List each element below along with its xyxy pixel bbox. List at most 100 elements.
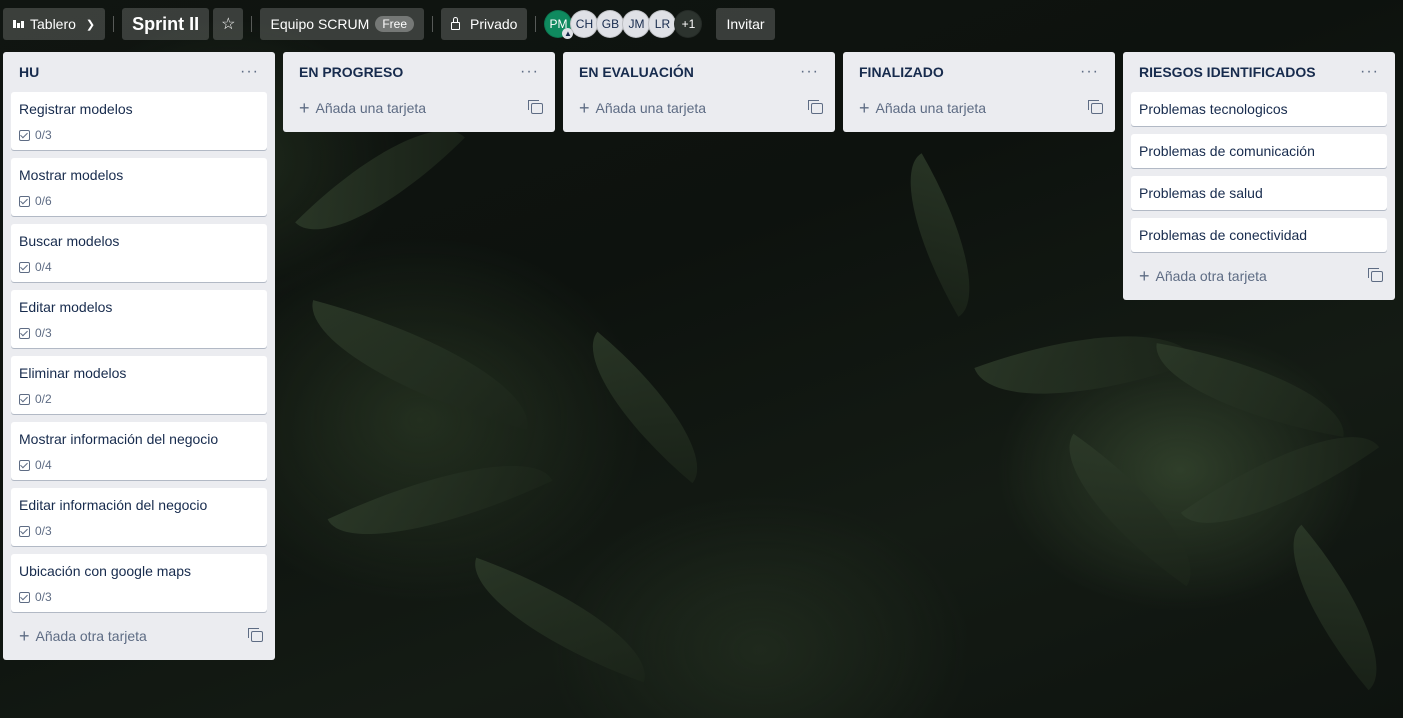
invite-button[interactable]: Invitar <box>716 8 775 40</box>
plan-badge: Free <box>375 16 414 32</box>
checklist-badge: 0/4 <box>19 258 259 276</box>
divider <box>113 16 115 32</box>
card[interactable]: Ubicación con google maps 0/3 <box>11 554 267 612</box>
avatar[interactable]: LR <box>648 10 677 38</box>
list-en-progreso: EN PROGRESO ··· + Añada una tarjeta <box>283 52 555 132</box>
plus-icon: + <box>19 626 30 646</box>
checklist-badge: 0/3 <box>19 588 259 606</box>
card[interactable]: Registrar modelos 0/3 <box>11 92 267 150</box>
member-avatars: PM ▲ CH GB JM LR +1 <box>544 10 703 39</box>
add-card-row: + Añada una tarjeta <box>851 92 1107 124</box>
list-header: EN EVALUACIÓN ··· <box>571 52 827 92</box>
list-header: FINALIZADO ··· <box>851 52 1107 92</box>
card-title: Problemas de conectividad <box>1139 227 1308 243</box>
view-switcher-button[interactable]: Tablero ❯ <box>3 8 106 40</box>
more-dots-icon[interactable]: ··· <box>240 63 259 81</box>
checklist-badge: 0/3 <box>19 324 259 342</box>
card-title: Problemas tecnologicos <box>1139 101 1288 117</box>
list-title[interactable]: HU <box>19 64 39 80</box>
checklist-icon <box>19 129 30 141</box>
card[interactable]: Mostrar modelos 0/6 <box>11 158 267 216</box>
template-icon[interactable] <box>1088 99 1103 114</box>
list-title[interactable]: FINALIZADO <box>859 64 944 80</box>
divider <box>432 16 433 32</box>
card-title: Mostrar modelos <box>19 167 124 183</box>
plus-icon: + <box>299 98 310 118</box>
background-leaf <box>878 153 1002 317</box>
more-dots-icon[interactable]: ··· <box>1080 63 1099 81</box>
card-title: Mostrar información del negocio <box>19 431 219 447</box>
background-leaf <box>455 557 665 683</box>
checklist-badge: 0/2 <box>19 390 259 408</box>
star-button[interactable]: ☆ <box>213 8 244 40</box>
more-dots-icon[interactable]: ··· <box>800 63 819 81</box>
avatar[interactable]: GB <box>596 10 625 38</box>
checklist-icon <box>19 525 30 537</box>
add-card-button[interactable]: + Añada una tarjeta <box>859 99 987 117</box>
checklist-icon <box>19 459 30 471</box>
more-dots-icon[interactable]: ··· <box>1360 63 1379 81</box>
background-leaf <box>327 426 553 574</box>
board-title[interactable]: Sprint II <box>122 8 210 40</box>
add-card-button[interactable]: + Añada una tarjeta <box>299 98 426 118</box>
view-switcher-label: Tablero <box>30 16 76 32</box>
add-card-button[interactable]: + Añada otra tarjeta <box>19 626 147 646</box>
card[interactable]: Problemas tecnologicos <box>1131 92 1387 126</box>
list-header: HU ··· <box>11 52 267 92</box>
template-icon[interactable] <box>248 627 263 642</box>
card[interactable]: Problemas de conectividad <box>1131 218 1387 252</box>
card[interactable]: Mostrar información del negocio 0/4 <box>11 422 267 480</box>
card-title: Editar modelos <box>19 299 113 315</box>
checklist-icon <box>19 327 30 339</box>
list-en-evaluacion: EN EVALUACIÓN ··· + Añada una tarjeta <box>563 52 835 132</box>
list-header: RIESGOS IDENTIFICADOS ··· <box>1131 52 1387 92</box>
workspace-button[interactable]: Equipo SCRUM Free <box>260 8 424 40</box>
list-title[interactable]: EN PROGRESO <box>299 64 403 80</box>
card-title: Ubicación con google maps <box>19 563 191 579</box>
checklist-icon <box>19 261 30 273</box>
divider <box>535 16 537 32</box>
background-leaf <box>974 296 1196 434</box>
add-card-button[interactable]: + Añada otra tarjeta <box>1139 266 1267 286</box>
checklist-badge: 0/4 <box>19 456 259 474</box>
card-title: Buscar modelos <box>19 233 120 249</box>
card[interactable]: Buscar modelos 0/4 <box>11 224 267 282</box>
add-card-row: + Añada otra tarjeta <box>1131 260 1387 292</box>
lock-icon <box>451 16 460 30</box>
list-title[interactable]: RIESGOS IDENTIFICADOS <box>1139 64 1316 80</box>
background-leaf <box>1146 343 1354 437</box>
more-members-button[interactable]: +1 <box>674 10 703 38</box>
board-header: Tablero ❯ Sprint II ☆ Equipo SCRUM Free … <box>0 0 1403 48</box>
card[interactable]: Eliminar modelos 0/2 <box>11 356 267 414</box>
add-card-row: + Añada otra tarjeta <box>11 620 267 652</box>
template-icon[interactable] <box>1368 267 1383 282</box>
checklist-icon <box>19 393 30 405</box>
checklist-icon <box>19 195 30 207</box>
plus-icon: + <box>1139 266 1150 286</box>
visibility-button[interactable]: Privado <box>441 8 528 40</box>
checklist-badge: 0/3 <box>19 126 259 144</box>
add-card-button[interactable]: + Añada una tarjeta <box>579 99 706 117</box>
card[interactable]: Problemas de comunicación <box>1131 134 1387 168</box>
card[interactable]: Editar modelos 0/3 <box>11 290 267 348</box>
card[interactable]: Editar información del negocio 0/3 <box>11 488 267 546</box>
add-card-label: Añada una tarjeta <box>875 100 987 116</box>
list-riesgos-identificados: RIESGOS IDENTIFICADOS ··· Problemas tecn… <box>1123 52 1395 300</box>
add-card-label: Añada otra tarjeta <box>35 628 147 644</box>
template-icon[interactable] <box>808 99 823 114</box>
list-title[interactable]: EN EVALUACIÓN <box>579 64 694 80</box>
background-leaf <box>1259 524 1403 691</box>
card[interactable]: Problemas de salud <box>1131 176 1387 210</box>
avatar[interactable]: PM ▲ <box>544 10 574 39</box>
list-hu: HU ··· Registrar modelos 0/3 Mostrar mod… <box>3 52 275 660</box>
card-title: Eliminar modelos <box>19 365 127 381</box>
checklist-icon <box>19 591 30 603</box>
avatar[interactable]: JM <box>622 10 651 38</box>
avatar[interactable]: CH <box>570 10 599 38</box>
template-icon[interactable] <box>528 99 543 114</box>
checklist-badge: 0/3 <box>19 522 259 540</box>
card-title: Editar información del negocio <box>19 497 208 513</box>
visibility-label: Privado <box>470 16 518 32</box>
checklist-badge: 0/6 <box>19 192 259 210</box>
more-dots-icon[interactable]: ··· <box>520 63 539 81</box>
